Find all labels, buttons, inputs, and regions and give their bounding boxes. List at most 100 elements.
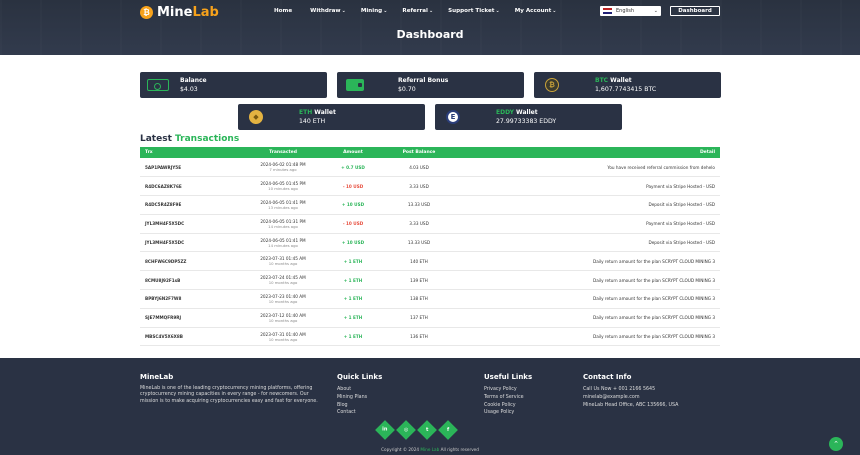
table-row: JYL3MH4F5X5DC 2024-06-05 01:31 PM 14 minut… — [140, 214, 720, 234]
footer-contact: Contact Info Call Us Now + 001 2166 5645… — [583, 373, 678, 409]
balance-card: Balance $4.03 — [140, 72, 327, 98]
instagram-icon[interactable]: ◎ — [396, 420, 416, 440]
transacted-ago: 10 months ago — [268, 336, 298, 342]
footer-link-cookie[interactable]: Cookie Policy — [484, 402, 532, 410]
footer-quick-title: Quick Links — [337, 373, 383, 381]
table-row: R4DC5R4Z8F9E 2024-06-05 01:41 PM 13 minute… — [140, 195, 720, 215]
post-balance-cell: 139 ETH — [388, 270, 450, 291]
chevron-down-icon: ⌄ — [341, 8, 346, 14]
chevron-down-icon: ⌄ — [552, 8, 557, 14]
table-row: JYL3MH4F5X5DC 2024-06-05 01:41 PM 14 minut… — [140, 233, 720, 253]
trx-id: 8CHFW6C9DP5ZZ — [140, 251, 248, 272]
page-title: Dashboard — [396, 28, 464, 41]
amount-cell: + 0.7 USD — [318, 158, 388, 178]
transacted-cell: 2023-07-23 01:40 AM 10 months ago — [248, 289, 318, 309]
footer-phone: Call Us Now + 001 2166 5645 — [583, 387, 656, 392]
footer-link-privacy[interactable]: Privacy Policy — [484, 386, 532, 394]
us-flag-icon — [603, 8, 612, 14]
logo-text-b: Lab — [192, 5, 219, 20]
trx-id: R4DC5R4Z8F9E — [140, 195, 248, 215]
copyright-a: Copyright © 2024 — [381, 447, 421, 452]
referral-bonus-card: Referral Bonus $0.70 — [337, 72, 524, 98]
nav-referral[interactable]: Referral⌄ — [402, 8, 433, 14]
table-row: R4DC6AZ8K76E 2024-06-05 01:45 PM 10 minute… — [140, 176, 720, 197]
th-post-balance: Post Balance — [402, 150, 436, 155]
post-balance-cell: 136 ETH — [388, 327, 450, 347]
footer-link-mining-plans[interactable]: Mining Plans — [337, 394, 382, 402]
scroll-to-top-icon[interactable]: ⌃ — [829, 437, 843, 451]
th-amount: Amount — [343, 150, 363, 155]
detail-cell: Daily return amount for the plan SCRYPT … — [450, 251, 720, 272]
amount-cell: + 1 ETH — [318, 327, 388, 347]
footer-email[interactable]: minelab@example.com — [583, 394, 678, 402]
footer-link-about[interactable]: About — [337, 386, 382, 394]
transacted-ago: 10 minutes ago — [268, 186, 298, 192]
footer-contact-title: Contact Info — [583, 373, 632, 381]
post-balance-cell: 3.33 USD — [388, 176, 450, 197]
card-label: Wallet — [608, 77, 632, 84]
amount-cell: + 1 ETH — [318, 289, 388, 309]
card-label-accent: ETH — [299, 109, 313, 116]
logo[interactable]: ₿ MineLab — [140, 5, 219, 20]
transacted-cell: 2023-07-31 01:40 AM 10 months ago — [248, 327, 318, 347]
title-a: Latest — [140, 134, 176, 144]
transacted-cell: 2023-07-31 01:45 AM 10 months ago — [248, 251, 318, 272]
trx-id: SJE7MMQFR9RJ — [140, 308, 248, 328]
chevron-down-icon: ⌄ — [383, 8, 388, 14]
detail-cell: Daily return amount for the plan SCRYPT … — [450, 289, 720, 309]
logo-text-a: Mine — [157, 5, 193, 20]
transacted-cell: 2024-06-02 01:48 PM 7 minutes ago — [248, 158, 318, 178]
footer-link-usage[interactable]: Usage Policy — [484, 409, 532, 417]
dashboard-button[interactable]: Dashboard — [670, 6, 720, 16]
footer-link-contact[interactable]: Contact — [337, 409, 382, 417]
post-balance-cell: 13.33 USD — [388, 233, 450, 253]
detail-cell: Daily return amount for the plan SCRYPT … — [450, 270, 720, 291]
chevron-down-icon: ⌄ — [495, 8, 500, 14]
trx-id: MBSC4V5X6X8B — [140, 327, 248, 347]
card-value: 27.99733383 EDDY — [496, 118, 557, 125]
language-select[interactable]: English ⌄ — [600, 6, 661, 16]
trx-id: 8CMU8J92F1sB — [140, 270, 248, 291]
nav-my-account[interactable]: My Account⌄ — [515, 8, 557, 14]
footer-about-text: MineLab is one of the leading cryptocurr… — [140, 386, 318, 404]
transacted-cell: 2024-06-05 01:45 PM 10 minutes ago — [248, 176, 318, 197]
card-value: 140 ETH — [299, 118, 326, 125]
th-transacted: Transacted — [269, 150, 297, 155]
amount-cell: - 10 USD — [318, 214, 388, 234]
nav-withdraw[interactable]: Withdraw⌄ — [310, 8, 346, 14]
table-row: SJE7MMQFR9RJ 2023-07-12 01:40 AM 10 months… — [140, 308, 720, 328]
card-label-accent: EDDY — [496, 109, 514, 116]
transacted-date: 2024-06-05 01:41 PM — [260, 237, 306, 243]
site-footer: MineLab MineLab is one of the leading cr… — [0, 358, 860, 455]
transacted-cell: 2024-06-05 01:41 PM 13 minutes ago — [248, 195, 318, 215]
nav-mining[interactable]: Mining⌄ — [361, 8, 388, 14]
detail-cell: Deposit via Stripe Hosted - USD — [450, 195, 720, 215]
linkedin-icon[interactable]: in — [375, 420, 395, 440]
transacted-date: 2023-07-31 01:40 AM — [260, 331, 306, 337]
nav-support-ticket[interactable]: Support Ticket⌄ — [448, 8, 500, 14]
copyright-link[interactable]: Mine Lab — [420, 447, 439, 452]
post-balance-cell: 13.33 USD — [388, 195, 450, 215]
latest-transactions-title: Latest Transactions — [140, 134, 239, 144]
footer-useful-title: Useful Links — [484, 373, 533, 381]
trx-id: JYL3MH4F5X5DC — [140, 233, 248, 253]
trx-id: 5AP1PAWRJY5E — [140, 158, 248, 178]
post-balance-cell: 138 ETH — [388, 289, 450, 309]
footer-about: MineLab MineLab is one of the leading cr… — [140, 373, 320, 405]
transacted-cell: 2024-06-05 01:41 PM 14 minutes ago — [248, 233, 318, 253]
table-header-row: Trx Transacted Amount Post Balance Detai… — [140, 147, 720, 158]
footer-useful-links: Useful Links Privacy Policy Terms of Ser… — [484, 373, 532, 417]
footer-link-blog[interactable]: Blog — [337, 402, 382, 410]
transacted-ago: 14 minutes ago — [268, 223, 298, 229]
transacted-ago: 13 minutes ago — [268, 204, 298, 210]
footer-link-terms[interactable]: Terms of Service — [484, 394, 532, 402]
amount-cell: + 1 ETH — [318, 270, 388, 291]
facebook-icon[interactable]: f — [438, 420, 458, 440]
twitter-icon[interactable]: t — [417, 420, 437, 440]
post-balance-cell: 137 ETH — [388, 308, 450, 328]
transactions-table: Trx Transacted Amount Post Balance Detai… — [140, 147, 720, 347]
detail-cell: Payment via Stripe Hosted - USD — [450, 176, 720, 197]
detail-cell: Deposit via Stripe Hosted - USD — [450, 233, 720, 253]
eth-wallet-card: ◆ ETH Wallet 140 ETH — [238, 104, 425, 130]
nav-home[interactable]: Home — [274, 8, 292, 14]
